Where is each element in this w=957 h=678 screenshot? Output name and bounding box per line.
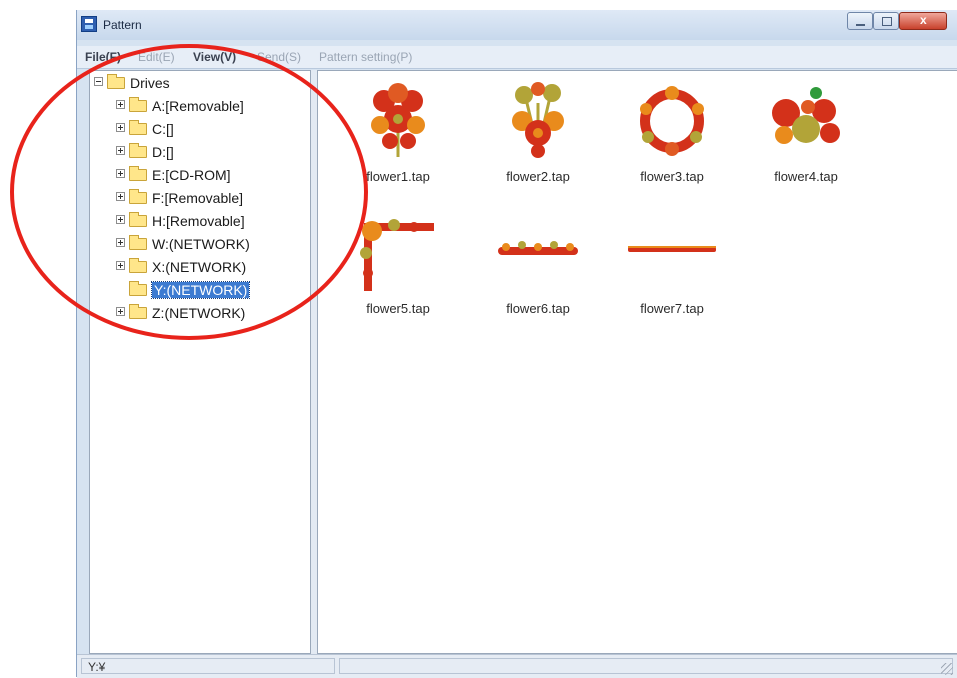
file-tile-flower1[interactable]: flower1.tap: [338, 79, 458, 189]
menu-file[interactable]: File(F): [85, 50, 121, 64]
file-name: flower4.tap: [774, 169, 838, 184]
tree-node-label: E:[CD-ROM]: [152, 167, 231, 183]
folder-icon: [129, 212, 147, 227]
file-tile-flower4[interactable]: flower4.tap: [746, 79, 866, 189]
tree-node-label: D:[]: [152, 144, 174, 160]
tree-node-label: C:[]: [152, 121, 174, 137]
expand-icon[interactable]: [116, 215, 125, 224]
file-tile-flower3[interactable]: flower3.tap: [612, 79, 732, 189]
tree-node-label: F:[Removable]: [152, 190, 244, 206]
menu-send[interactable]: Send(S): [257, 50, 301, 64]
folder-icon: [107, 74, 125, 89]
flower-bouquet-icon: [512, 82, 564, 158]
tree-node-label: H:[Removable]: [152, 213, 245, 229]
file-tile-flower6[interactable]: flower6.tap: [478, 211, 598, 321]
tree-node-label: W:(NETWORK): [152, 236, 250, 252]
expand-icon[interactable]: [116, 307, 125, 316]
folder-icon: [129, 189, 147, 204]
folder-icon: [129, 166, 147, 181]
flower-border-icon: [498, 241, 578, 255]
folder-icon: [129, 97, 147, 112]
collapse-icon[interactable]: [94, 77, 103, 86]
status-info-cell: [339, 658, 953, 674]
folder-icon: [129, 120, 147, 135]
folder-icon: [129, 235, 147, 250]
maximize-button[interactable]: [873, 12, 899, 30]
file-name: flower3.tap: [640, 169, 704, 184]
file-name: flower2.tap: [506, 169, 570, 184]
window-title: Pattern: [103, 18, 142, 32]
status-path-cell: Y:¥: [81, 658, 335, 674]
menu-bar: File(F) Edit(E) View(V) Send(S) Pattern …: [77, 46, 957, 69]
tree-node-label: Y:(NETWORK): [150, 281, 251, 299]
file-name: flower6.tap: [506, 301, 570, 316]
tree-node-label: A:[Removable]: [152, 98, 244, 114]
file-tile-flower7[interactable]: flower7.tap: [612, 211, 732, 321]
flower-corner-icon: [360, 219, 434, 291]
expand-icon[interactable]: [116, 238, 125, 247]
pattern-window: Pattern File(F) Edit(E) View(V) Send(S) …: [76, 10, 957, 678]
folder-icon: [129, 143, 147, 158]
menu-view[interactable]: View(V): [193, 50, 236, 64]
file-name: flower5.tap: [366, 301, 430, 316]
flower-bouquet-icon: [371, 83, 425, 157]
menu-pattern-setting[interactable]: Pattern setting(P): [319, 50, 412, 64]
expand-icon[interactable]: [116, 261, 125, 270]
tree-node-label: Z:(NETWORK): [152, 305, 246, 321]
tree-node-label: X:(NETWORK): [152, 259, 247, 275]
menu-edit[interactable]: Edit(E): [138, 50, 175, 64]
drive-tree[interactable]: Drives A:[Removable] C:[] D:[] E:[CD-ROM…: [89, 70, 311, 654]
status-path: Y:¥: [88, 660, 106, 674]
expand-icon[interactable]: [116, 169, 125, 178]
app-icon: [81, 16, 97, 32]
tree-node-label: Drives: [130, 75, 170, 91]
expand-icon[interactable]: [116, 192, 125, 201]
status-bar: Y:¥: [77, 654, 957, 678]
file-tile-flower5[interactable]: flower5.tap: [338, 211, 458, 321]
file-tile-flower2[interactable]: flower2.tap: [478, 79, 598, 189]
flower-cluster-icon: [772, 87, 840, 144]
file-name: flower1.tap: [366, 169, 430, 184]
folder-icon: [129, 281, 147, 296]
close-button[interactable]: [899, 12, 947, 30]
expand-icon[interactable]: [116, 100, 125, 109]
flower-line-icon: [628, 246, 716, 252]
minimize-button[interactable]: [847, 12, 873, 30]
expand-icon[interactable]: [116, 123, 125, 132]
flower-wreath-icon: [640, 86, 704, 156]
expand-icon[interactable]: [116, 146, 125, 155]
file-name: flower7.tap: [640, 301, 704, 316]
folder-icon: [129, 258, 147, 273]
title-bar[interactable]: Pattern: [77, 10, 957, 40]
resize-grip-icon[interactable]: [941, 663, 953, 675]
pattern-file-list[interactable]: flower1.tap flower2.tap flower3.tap flow…: [317, 70, 957, 654]
folder-icon: [129, 304, 147, 319]
